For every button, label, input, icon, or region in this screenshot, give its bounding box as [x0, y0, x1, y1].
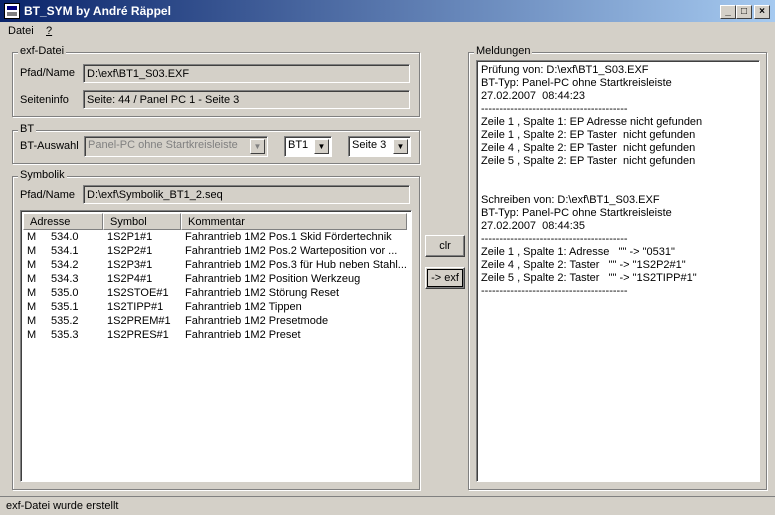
menu-help[interactable]: ? [46, 25, 52, 37]
cell-symbol: 1S2P2#1 [107, 245, 153, 257]
cell-kommentar: Fahrantrieb 1M2 Presetmode [185, 315, 329, 327]
message-line: 27.02.2007 08:44:35 [481, 220, 585, 232]
bt-type-combo[interactable]: Panel-PC ohne Startkreisleiste ▼ [84, 136, 268, 157]
cell-kommentar: Fahrantrieb 1M2 Preset [185, 329, 301, 341]
message-line: Zeile 1 , Spalte 1: Adresse "" -> "0531" [481, 246, 675, 258]
exf-group-label: exf-Datei [18, 45, 67, 57]
cell-adresse: 534.3 [51, 273, 79, 285]
to-exf-button[interactable]: -> exf [425, 267, 465, 289]
minimize-button[interactable]: _ [720, 5, 736, 19]
messages-area[interactable]: Prüfung von: D:\exf\BT1_S03.EXF BT-Typ: P… [476, 60, 760, 482]
cell-symbol: 1S2P4#1 [107, 273, 153, 285]
chevron-down-icon: ▼ [393, 139, 408, 154]
cell-kommentar: Fahrantrieb 1M2 Pos.1 Skid Fördertechnik [185, 231, 392, 243]
status-bar: exf-Datei wurde erstellt [0, 496, 775, 515]
cell-adresse: 534.0 [51, 231, 79, 243]
cell-adresse: 534.2 [51, 259, 79, 271]
cell-adresse: 535.1 [51, 301, 79, 313]
cell-adresse: 535.2 [51, 315, 79, 327]
col-header-kommentar[interactable]: Kommentar [181, 213, 407, 230]
message-line: Zeile 4 , Spalte 2: EP Taster nicht gefu… [481, 142, 696, 154]
table-row[interactable]: M 535.0 1S2STOE#1 Fahrantrieb 1M2 Störung R… [23, 287, 409, 301]
bt-group-label: BT [18, 123, 37, 135]
maximize-button[interactable]: □ [736, 5, 752, 19]
clr-button[interactable]: clr [425, 235, 465, 257]
cell-area: M [27, 231, 37, 243]
title-bar[interactable]: BT_SYM by André Räppel _ □ × [0, 0, 775, 22]
message-line: Schreiben von: D:\exf\BT1_S03.EXF [481, 194, 660, 206]
message-line: Zeile 4 , Spalte 2: Taster "" -> "1S2P2#… [481, 259, 686, 271]
cell-area: M [27, 273, 37, 285]
symbol-rows: M 534.0 1S2P1#1 Fahrantrieb 1M2 Pos.1 Skid … [23, 231, 409, 477]
message-line: Zeile 1 , Spalte 1: EP Adresse nicht gef… [481, 116, 703, 128]
cell-kommentar: Fahrantrieb 1M2 Position Werkzeug [185, 273, 361, 285]
table-row[interactable]: M 535.1 1S2TIPP#1 Fahrantrieb 1M2 Tippen [23, 301, 409, 315]
symbol-list[interactable]: Adresse Symbol Kommentar M 534.0 1S2P1#1 Fa… [20, 210, 412, 482]
message-line: Zeile 1 , Spalte 2: EP Taster nicht gefu… [481, 129, 696, 141]
cell-area: M [27, 329, 37, 341]
menu-bar: Datei ? [0, 22, 775, 41]
message-line: BT-Typ: Panel-PC ohne Startkreisleiste [481, 207, 672, 219]
cell-symbol: 1S2TIPP#1 [107, 301, 164, 313]
app-icon[interactable] [4, 3, 20, 19]
message-line: ---------------------------------------- [481, 285, 628, 297]
meldungen-group-label: Meldungen [474, 45, 533, 57]
cell-adresse: 535.3 [51, 329, 79, 341]
table-row[interactable]: M 534.1 1S2P2#1 Fahrantrieb 1M2 Pos.2 Warte… [23, 245, 409, 259]
message-line: Zeile 5 , Spalte 2: EP Taster nicht gefu… [481, 155, 696, 167]
bt-combo[interactable]: BT1 ▼ [284, 136, 332, 157]
message-line: Prüfung von: D:\exf\BT1_S03.EXF [481, 64, 649, 76]
table-row[interactable]: M 534.2 1S2P3#1 Fahrantrieb 1M2 Pos.3 für H… [23, 259, 409, 273]
menu-datei[interactable]: Datei [8, 25, 34, 37]
cell-symbol: 1S2P1#1 [107, 231, 153, 243]
chevron-down-icon: ▼ [314, 139, 329, 154]
col-header-adresse[interactable]: Adresse [23, 213, 103, 230]
cell-area: M [27, 245, 37, 257]
cell-kommentar: Fahrantrieb 1M2 Störung Reset [185, 287, 340, 299]
seiteninfo-field[interactable]: Seite: 44 / Panel PC 1 - Seite 3 [83, 90, 410, 109]
message-line: ---------------------------------------- [481, 103, 628, 115]
cell-area: M [27, 315, 37, 327]
message-line: 27.02.2007 08:44:23 [481, 90, 585, 102]
cell-symbol: 1S2PREM#1 [107, 315, 171, 327]
message-line: ---------------------------------------- [481, 233, 628, 245]
bt-value: BT1 [288, 139, 309, 151]
cell-kommentar: Fahrantrieb 1M2 Pos.3 für Hub neben Stah… [185, 259, 407, 271]
symbolik-path-label: Pfad/Name [20, 189, 76, 201]
cell-adresse: 535.0 [51, 287, 79, 299]
cell-area: M [27, 301, 37, 313]
window-title: BT_SYM by André Räppel [24, 4, 171, 18]
cell-symbol: 1S2P3#1 [107, 259, 153, 271]
seiteninfo-label: Seiteninfo [20, 94, 69, 106]
message-line: Zeile 5 , Spalte 2: Taster "" -> "1S2TIP… [481, 272, 697, 284]
col-header-symbol[interactable]: Symbol [103, 213, 181, 230]
cell-adresse: 534.1 [51, 245, 79, 257]
message-line: BT-Typ: Panel-PC ohne Startkreisleiste [481, 77, 672, 89]
chevron-down-icon: ▼ [250, 139, 265, 154]
message-line [481, 181, 755, 194]
page-value: Seite 3 [352, 139, 387, 151]
exf-path-field[interactable]: D:\exf\BT1_S03.EXF [83, 64, 410, 83]
cell-kommentar: Fahrantrieb 1M2 Pos.2 Warteposition vor … [185, 245, 398, 257]
bt-type-value: Panel-PC ohne Startkreisleiste [88, 139, 238, 151]
symbolik-path-field[interactable]: D:\exf\Symbolik_BT1_2.seq [83, 185, 410, 204]
message-line [481, 168, 755, 181]
table-row[interactable]: M 535.3 1S2PRES#1 Fahrantrieb 1M2 Preset [23, 329, 409, 343]
cell-symbol: 1S2STOE#1 [107, 287, 169, 299]
page-combo[interactable]: Seite 3 ▼ [348, 136, 411, 157]
cell-area: M [27, 287, 37, 299]
table-row[interactable]: M 534.0 1S2P1#1 Fahrantrieb 1M2 Pos.1 Skid … [23, 231, 409, 245]
table-row[interactable]: M 535.2 1S2PREM#1 Fahrantrieb 1M2 Presetmod… [23, 315, 409, 329]
cell-kommentar: Fahrantrieb 1M2 Tippen [185, 301, 302, 313]
cell-symbol: 1S2PRES#1 [107, 329, 169, 341]
symbolik-group-label: Symbolik [18, 169, 67, 181]
bt-select-label: BT-Auswahl [20, 140, 79, 152]
table-row[interactable]: M 534.3 1S2P4#1 Fahrantrieb 1M2 Position We… [23, 273, 409, 287]
exf-path-label: Pfad/Name [20, 67, 76, 79]
close-button[interactable]: × [754, 5, 770, 19]
status-text: exf-Datei wurde erstellt [6, 500, 119, 512]
cell-area: M [27, 259, 37, 271]
